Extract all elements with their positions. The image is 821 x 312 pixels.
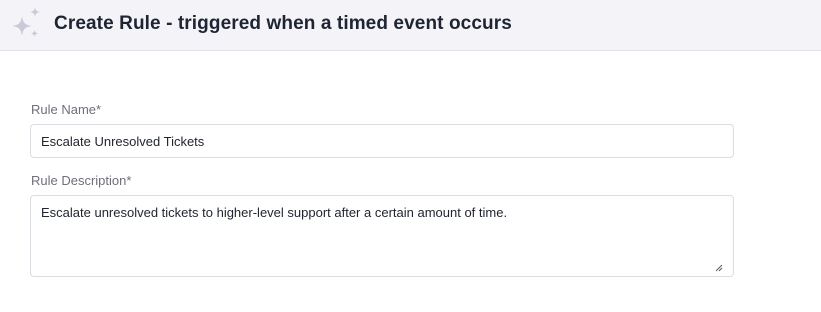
rule-description-textarea[interactable]: Escalate unresolved tickets to higher-le… [30,195,734,277]
rule-name-input[interactable]: Escalate Unresolved Tickets [30,124,734,158]
rule-description-label: Rule Description* [31,173,132,188]
page-title: Create Rule - triggered when a timed eve… [54,13,512,34]
rule-name-label: Rule Name* [31,102,102,117]
rule-description-value: Escalate unresolved tickets to higher-le… [41,205,508,220]
sparkle-icon [10,6,46,42]
resize-handle-icon[interactable] [715,260,723,272]
rule-name-value: Escalate Unresolved Tickets [41,134,205,149]
page-header: Create Rule - triggered when a timed eve… [0,0,821,51]
